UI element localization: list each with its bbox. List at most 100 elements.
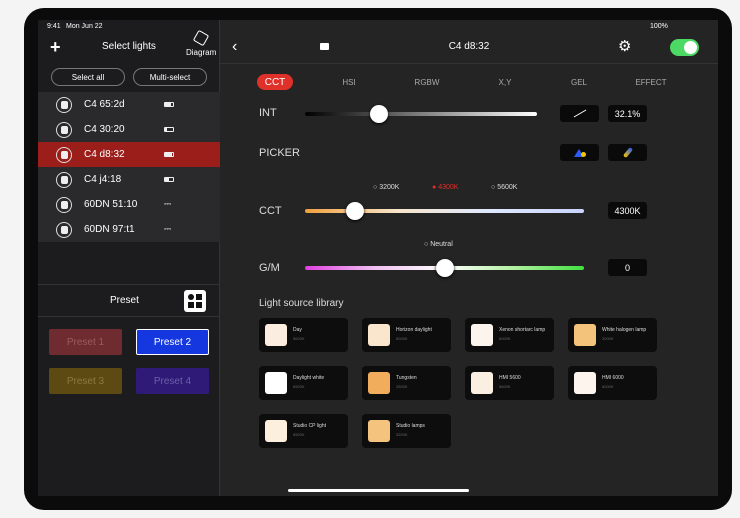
source-name: HMI 5600 — [499, 375, 521, 381]
gm-neutral-mark[interactable]: ○ Neutral — [424, 241, 453, 248]
light-name: C4 d8:32 — [84, 149, 125, 160]
tab-rgbw[interactable]: RGBW — [402, 74, 452, 90]
color-swatch — [265, 420, 287, 442]
image-picker-button[interactable] — [560, 144, 599, 161]
light-list-item[interactable]: C4 j4:18 — [38, 167, 220, 192]
eyedropper-button[interactable] — [608, 144, 647, 161]
battery-icon — [164, 102, 174, 107]
light-list: C4 65:2d C4 30:20 C4 d8:32 C4 j4:18 60DN 51:… — [38, 92, 220, 242]
preset-title: Preset — [110, 295, 139, 306]
int-label: INT — [259, 107, 277, 119]
light-list-item[interactable]: 60DN 97:t1 ⎓ — [38, 217, 220, 242]
cct-label: CCT — [259, 205, 282, 217]
source-cct: 5600K — [499, 384, 511, 389]
panel-light-icon — [56, 146, 72, 163]
curve-icon — [573, 109, 586, 118]
int-slider[interactable] — [305, 112, 537, 116]
multi-select-button[interactable]: Multi-select — [133, 68, 207, 86]
int-value[interactable]: 32.1% — [608, 105, 647, 122]
status-time: 9:41 — [47, 23, 61, 30]
color-swatch — [368, 324, 390, 346]
source-name: Horizon daylight — [396, 327, 432, 333]
light-source-card[interactable]: Studio lamps 3200K — [362, 414, 451, 448]
library-title: Light source library — [259, 298, 344, 309]
diagram-icon — [192, 29, 210, 47]
tab-gel[interactable]: GEL — [554, 74, 604, 90]
plug-icon: ⎓ — [164, 199, 172, 209]
source-cct: 5500K — [293, 432, 305, 437]
panel-light-icon — [56, 171, 72, 188]
light-list-item[interactable]: C4 d8:32 — [38, 142, 220, 167]
color-swatch — [471, 372, 493, 394]
header-title: C4 d8:32 — [448, 41, 490, 52]
light-source-card[interactable]: Daylight white 6500K — [259, 366, 348, 400]
sidebar: 9:41 Mon Jun 22 + Select lights Diagram … — [38, 20, 220, 496]
settings-icon[interactable]: ⚙ — [618, 37, 631, 55]
preset-button-4[interactable]: Preset 4 — [136, 368, 209, 394]
tab-cct[interactable]: CCT — [257, 74, 293, 90]
panel-light-icon — [56, 121, 72, 138]
preset-button-1[interactable]: Preset 1 — [49, 329, 122, 355]
int-slider-knob[interactable] — [370, 105, 389, 123]
spot-light-icon — [56, 221, 72, 238]
source-cct: 3000K — [602, 336, 614, 341]
color-swatch — [368, 420, 390, 442]
color-swatch — [265, 372, 287, 394]
cct-value[interactable]: 4300K — [608, 202, 647, 219]
cct-mark-4300[interactable]: ● 4300K — [432, 184, 458, 191]
preset-grid-button[interactable] — [184, 290, 206, 312]
source-name: Day — [293, 327, 302, 333]
light-source-card[interactable]: White halogen lamp 3000K — [568, 318, 657, 352]
source-name: Tungsten — [396, 375, 417, 381]
tab-hsi[interactable]: HSI — [324, 74, 374, 90]
preset-button-3[interactable]: Preset 3 — [49, 368, 122, 394]
light-list-item[interactable]: 60DN 51:10 ⎓ — [38, 192, 220, 217]
light-source-card[interactable]: Xenon shortarc lamp 6000K — [465, 318, 554, 352]
gm-slider-knob[interactable] — [435, 259, 454, 277]
status-date: Mon Jun 22 — [66, 23, 103, 30]
light-name: C4 j4:18 — [84, 174, 122, 185]
select-all-button[interactable]: Select all — [51, 68, 125, 86]
tab-effect[interactable]: EFFECT — [626, 74, 676, 90]
app-screen: 9:41 Mon Jun 22 + Select lights Diagram … — [38, 20, 718, 496]
plug-icon: ⎓ — [164, 224, 172, 234]
source-cct: 6000K — [499, 336, 511, 341]
battery-icon — [164, 127, 174, 132]
light-list-item[interactable]: C4 65:2d — [38, 92, 220, 117]
cct-slider-knob[interactable] — [346, 202, 365, 220]
status-battery: 100% — [650, 23, 668, 30]
light-name: C4 30:20 — [84, 124, 125, 135]
source-name: Studio lamps — [396, 423, 425, 429]
source-cct: 5600K — [293, 336, 305, 341]
source-cct: 3200K — [396, 432, 408, 437]
light-source-card[interactable]: HMI 6000 6000K — [568, 366, 657, 400]
source-cct: 5000K — [396, 336, 408, 341]
preset-button-2[interactable]: Preset 2 — [136, 329, 209, 355]
light-name: C4 65:2d — [84, 99, 125, 110]
home-indicator — [288, 489, 469, 492]
battery-icon — [164, 152, 174, 157]
tab-xy[interactable]: X,Y — [480, 74, 530, 90]
color-swatch — [471, 324, 493, 346]
gm-value[interactable]: 0 — [608, 259, 647, 276]
light-source-card[interactable]: Tungsten 2500K — [362, 366, 451, 400]
source-name: HMI 6000 — [602, 375, 624, 381]
source-cct: 2500K — [396, 384, 408, 389]
cct-mark-3200[interactable]: ○ 3200K — [373, 184, 399, 191]
picker-label: PICKER — [259, 147, 300, 159]
power-toggle[interactable] — [670, 39, 699, 56]
sidebar-title: Select lights — [102, 41, 156, 52]
color-swatch — [574, 324, 596, 346]
diagram-button[interactable]: Diagram — [186, 29, 216, 57]
spot-light-icon — [56, 196, 72, 213]
curve-button[interactable] — [560, 105, 599, 122]
light-list-item[interactable]: C4 30:20 — [38, 117, 220, 142]
light-source-card[interactable]: Studio CP light 5500K — [259, 414, 348, 448]
source-name: Xenon shortarc lamp — [499, 327, 546, 333]
cct-mark-5600[interactable]: ○ 5600K — [491, 184, 517, 191]
light-source-card[interactable]: HMI 5600 5600K — [465, 366, 554, 400]
light-source-card[interactable]: Day 5600K — [259, 318, 348, 352]
add-light-button[interactable]: + — [50, 37, 61, 58]
battery-icon — [164, 177, 174, 182]
light-source-card[interactable]: Horizon daylight 5000K — [362, 318, 451, 352]
